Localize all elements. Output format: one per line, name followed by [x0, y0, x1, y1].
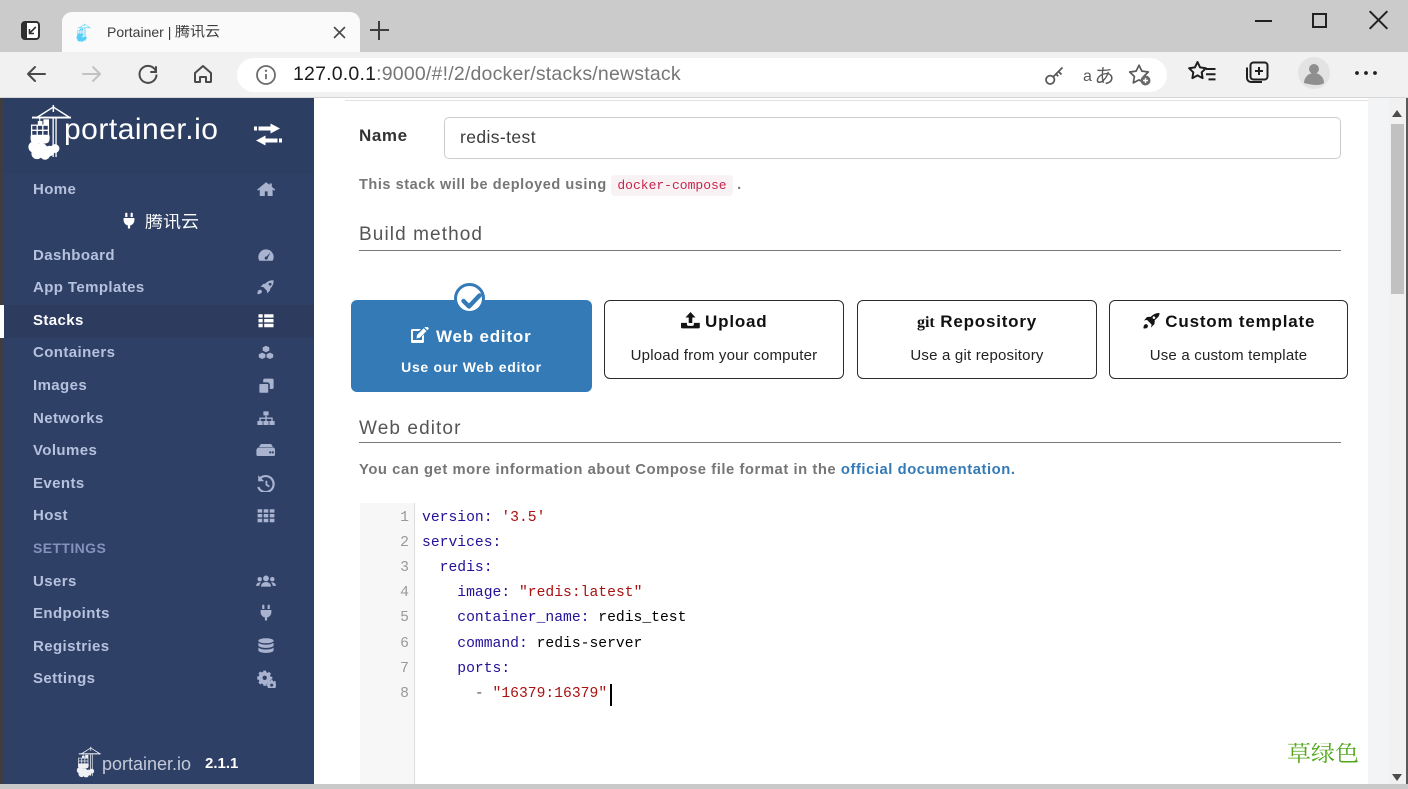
- svg-text:a: a: [1083, 68, 1092, 85]
